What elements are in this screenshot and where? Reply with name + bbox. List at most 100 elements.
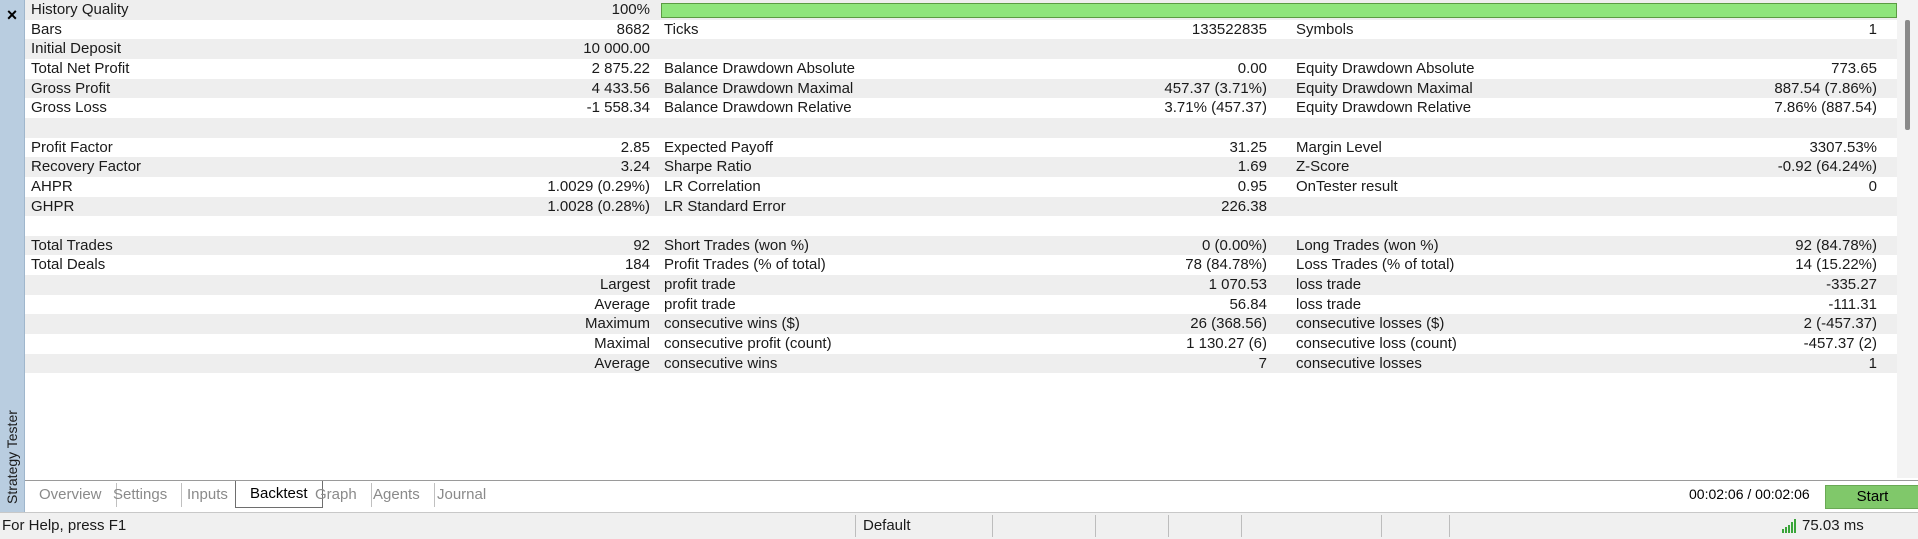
- report-row: Maximal consecutive profit (count) 1 130.2…: [25, 334, 1897, 354]
- metric-value: 1.0029 (0.29%): [547, 177, 650, 195]
- metric-value: 184: [624, 256, 650, 274]
- metric-value: 887.54 (7.86%): [1774, 79, 1877, 97]
- metric-label: consecutive wins: [664, 354, 778, 372]
- metric-label: Gross Profit: [31, 79, 111, 97]
- report-row: Largest profit trade 1 070.53 loss trade -33…: [25, 275, 1897, 295]
- help-text: For Help, press F1: [2, 517, 127, 534]
- metric-value: 3.24: [620, 158, 650, 176]
- metric-value: 773.65: [1831, 59, 1877, 77]
- metric-value: 2.85: [620, 138, 650, 156]
- metric-label: Balance Drawdown Maximal: [664, 79, 854, 97]
- metric-label: Long Trades (won %): [1296, 236, 1439, 254]
- metric-label: Z-Score: [1296, 158, 1350, 176]
- report-row: GHPR 1.0028 (0.28%) LR Standard Error 226.3…: [25, 196, 1897, 217]
- metric-value: 1 130.27 (6): [1186, 335, 1267, 353]
- status-divider: [1168, 515, 1169, 537]
- metric-value: 14 (15.22%): [1795, 256, 1877, 274]
- metric-value: 3307.53%: [1809, 138, 1877, 156]
- metric-label: Equity Drawdown Absolute: [1296, 59, 1475, 77]
- report-row: Average profit trade 56.84 loss trade -111.3…: [25, 295, 1897, 315]
- vertical-scrollbar[interactable]: [1897, 0, 1918, 478]
- metric-label: Margin Level: [1296, 138, 1382, 156]
- metric-value: 31.25: [1229, 138, 1267, 156]
- metric-label: Gross Loss: [31, 99, 107, 117]
- report-row: AHPR 1.0029 (0.29%) LR Correlation 0.95 OnTe…: [25, 177, 1897, 197]
- metric-label: Balance Drawdown Relative: [664, 99, 852, 117]
- metric-value: 0 (0.00%): [1201, 236, 1267, 254]
- metric-value: 2 (-457.37): [1803, 315, 1877, 333]
- metric-group-label: Maximum: [584, 315, 650, 333]
- metric-value: -111.31: [1828, 295, 1877, 313]
- metric-value: 1: [1868, 20, 1877, 38]
- report-row: Gross Loss -1 558.34 Balance Drawdown Rela…: [25, 98, 1897, 118]
- metric-label: LR Standard Error: [664, 197, 786, 215]
- report-row: Maximum consecutive wins ($) 26 (368.56) co…: [25, 314, 1897, 335]
- metric-value: -457.37 (2): [1803, 335, 1877, 353]
- metric-label: Ticks: [664, 20, 699, 38]
- report-row: Initial Deposit 10 000.00: [25, 39, 1897, 59]
- status-bar: For Help, press F1 Default 75.03 ms: [0, 512, 1918, 539]
- metric-value: 92 (84.78%): [1795, 236, 1877, 254]
- metric-group-label: Average: [594, 295, 650, 313]
- metric-group-label: Average: [594, 354, 650, 372]
- metric-label: Balance Drawdown Absolute: [664, 59, 855, 77]
- metric-value: 1.0028 (0.28%): [547, 197, 650, 215]
- report-row: Total Trades 92 Short Trades (won %) 0 (0.0…: [25, 235, 1897, 256]
- elapsed-timer: 00:02:06 / 00:02:06: [1689, 486, 1810, 502]
- report-row: Recovery Factor 3.24 Sharpe Ratio 1.69 Z-Sco…: [25, 157, 1897, 177]
- status-divider: [1241, 515, 1242, 537]
- metric-value: 457.37 (3.71%): [1164, 79, 1267, 97]
- backtest-report: History Quality 100% Bars 8682 Ticks 13352283…: [25, 0, 1897, 480]
- metric-label: loss trade: [1296, 276, 1362, 294]
- metric-label: Initial Deposit: [31, 40, 122, 58]
- history-quality-bar: [661, 3, 1897, 18]
- tab-journal[interactable]: Journal: [423, 483, 500, 507]
- metric-value: 8682: [616, 20, 650, 38]
- metric-value: 2 875.22: [591, 59, 650, 77]
- metric-value: 56.84: [1229, 295, 1267, 313]
- metric-label: consecutive profit (count): [664, 335, 832, 353]
- report-row: Bars 8682 Ticks 133522835 Symbols 1: [25, 20, 1897, 40]
- metric-label: Total Trades: [31, 236, 113, 254]
- tab-inputs[interactable]: Inputs: [173, 483, 242, 507]
- metric-label: Total Net Profit: [31, 59, 130, 77]
- report-row: History Quality 100%: [25, 0, 1897, 20]
- tab-bar: Overview Settings Inputs Backtest Graph Agent…: [25, 480, 1918, 513]
- tab-settings[interactable]: Settings: [99, 483, 183, 507]
- report-row: Profit Factor 2.85 Expected Payoff 31.25 Mar…: [25, 138, 1897, 158]
- metric-value: 0.95: [1237, 177, 1267, 195]
- metric-label: profit trade: [664, 295, 736, 313]
- profile-name: Default: [863, 517, 911, 534]
- metric-label: Expected Payoff: [664, 138, 773, 156]
- history-quality-fill: [662, 4, 1896, 17]
- metric-label: Bars: [31, 20, 62, 38]
- metric-group-label: Largest: [599, 276, 650, 294]
- close-icon[interactable]: ×: [0, 0, 24, 30]
- metric-value: 1: [1868, 354, 1877, 372]
- signal-strength-icon: [1782, 519, 1796, 533]
- status-divider: [1381, 515, 1382, 537]
- report-row: [25, 216, 1897, 236]
- metric-label: Profit Factor: [31, 138, 113, 156]
- metric-value: 1 070.53: [1208, 276, 1267, 294]
- report-row: Gross Profit 4 433.56 Balance Drawdown Max…: [25, 78, 1897, 99]
- metric-label: Loss Trades (% of total): [1296, 256, 1455, 274]
- metric-label: consecutive loss (count): [1296, 335, 1457, 353]
- metric-group-label: Maximal: [594, 335, 650, 353]
- metric-label: Equity Drawdown Relative: [1296, 99, 1472, 117]
- metric-label: LR Correlation: [664, 177, 761, 195]
- metric-label: Short Trades (won %): [664, 236, 810, 254]
- metric-value: 100%: [611, 1, 650, 18]
- metric-label: Equity Drawdown Maximal: [1296, 79, 1473, 97]
- metric-label: consecutive wins ($): [664, 315, 800, 333]
- metric-value: 226.38: [1221, 197, 1267, 215]
- metric-value: 7: [1258, 354, 1267, 372]
- status-divider: [992, 515, 993, 537]
- metric-label: consecutive losses ($): [1296, 315, 1445, 333]
- metric-value: 4 433.56: [591, 79, 650, 97]
- metric-value: -1 558.34: [586, 99, 650, 117]
- scrollbar-thumb[interactable]: [1905, 20, 1910, 130]
- start-button[interactable]: Start: [1825, 485, 1918, 509]
- metric-value: 0: [1868, 177, 1877, 195]
- metric-label: History Quality: [31, 1, 129, 18]
